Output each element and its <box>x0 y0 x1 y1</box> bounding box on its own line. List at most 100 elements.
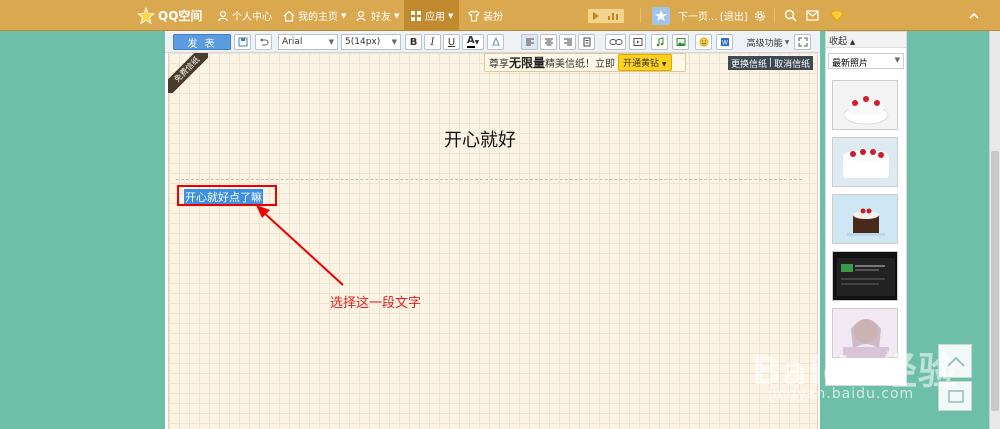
nav-apps-label: 应用 <box>425 12 445 23</box>
video-icon <box>633 38 642 46</box>
list-button[interactable] <box>578 34 595 50</box>
search-button[interactable] <box>784 0 800 31</box>
annotation-caption: 选择这一段文字 <box>330 296 422 311</box>
search-icon <box>784 9 797 22</box>
gear-icon <box>754 10 766 21</box>
insert-image-button[interactable] <box>672 34 689 50</box>
photo-thumbnail[interactable] <box>832 137 898 187</box>
diamond-icon <box>830 10 844 22</box>
grid-icon <box>411 10 421 21</box>
music-play-icon <box>588 8 624 23</box>
nav-personal-center[interactable]: 个人中心 <box>217 0 272 31</box>
insert-video-button[interactable] <box>629 34 646 50</box>
align-right-icon <box>563 38 572 46</box>
qzone-logo[interactable]: QQ空间 <box>137 0 202 31</box>
change-paper-link[interactable]: 更换信纸 <box>731 57 767 70</box>
blog-editor: 发 表 Arial ▼ 5(14px) ▼ B I U A ▼ W 高级功能 ▼ <box>165 31 820 429</box>
insert-word-button[interactable]: W <box>716 34 733 50</box>
insert-emoji-button[interactable] <box>695 34 712 50</box>
chevron-down-icon: ▼ <box>448 11 454 20</box>
fullscreen-button[interactable] <box>794 34 811 50</box>
music-player-button[interactable] <box>588 0 627 31</box>
italic-button[interactable]: I <box>424 34 441 50</box>
chevron-down-icon: ▼ <box>661 61 667 68</box>
align-left-button[interactable] <box>521 34 538 50</box>
image-icon <box>676 38 685 46</box>
expand-icon <box>798 37 807 47</box>
next-page-link[interactable]: 下一页... <box>678 0 718 31</box>
font-color-label: A <box>466 35 475 48</box>
cancel-paper-link[interactable]: 取消信纸 <box>774 57 810 70</box>
photo-thumbnail[interactable] <box>832 251 898 301</box>
promo-prefix: 尊享 <box>489 59 509 70</box>
star-logo-icon <box>137 6 155 24</box>
undo-icon <box>259 38 269 46</box>
highlight-button[interactable] <box>487 34 504 50</box>
square-icon <box>948 390 964 403</box>
insert-music-button[interactable] <box>651 34 668 50</box>
bold-button[interactable]: B <box>405 34 422 50</box>
album-select-value: 最新照片 <box>832 59 869 69</box>
align-center-button[interactable] <box>540 34 557 50</box>
nav-home[interactable]: 我的主页 ▼ <box>283 0 346 31</box>
nav-friends-label: 好友 <box>371 12 391 23</box>
nav-dressup[interactable]: 装扮 <box>468 0 503 31</box>
letter-paper-canvas[interactable] <box>168 53 818 429</box>
back-to-top-button[interactable] <box>938 344 972 378</box>
nav-friends[interactable]: 好友 ▼ <box>356 0 399 31</box>
list-icon <box>583 37 590 47</box>
nav-divider <box>774 8 775 23</box>
underline-button[interactable]: U <box>443 34 460 50</box>
post-title[interactable]: 开心就好 <box>400 126 560 152</box>
insert-link-button[interactable] <box>605 34 626 50</box>
font-size-select[interactable]: 5(14px) ▼ <box>341 34 401 50</box>
font-family-value: Arial <box>282 37 303 47</box>
photo-thumbnail[interactable] <box>832 80 898 130</box>
undo-button[interactable] <box>255 34 272 50</box>
align-right-button[interactable] <box>559 34 576 50</box>
album-select[interactable]: 最新照片 ▼ <box>828 53 904 69</box>
nav-apps[interactable]: 应用 ▼ <box>404 0 460 31</box>
logout-label: [退出] <box>720 12 748 23</box>
feedback-button[interactable] <box>938 381 972 411</box>
baidu-watermark-url: jingyan.baidu.com <box>768 386 915 402</box>
save-icon <box>238 37 247 47</box>
vip-diamond-button[interactable] <box>830 0 847 31</box>
advanced-features-dropdown[interactable]: 高级功能 ▼ <box>742 34 794 50</box>
user-avatar[interactable] <box>652 0 673 31</box>
align-left-icon <box>525 38 534 46</box>
mail-button[interactable] <box>806 0 822 31</box>
collapse-nav-button[interactable] <box>968 0 983 31</box>
font-color-button[interactable]: A ▼ <box>462 34 484 50</box>
logout-link[interactable]: [退出] <box>720 0 748 31</box>
cake-photo <box>843 96 889 125</box>
page-scrollbar[interactable] <box>989 31 1000 429</box>
person-icon <box>217 10 229 21</box>
top-navigation-bar: QQ空间 个人中心 我的主页 ▼ 好友 ▼ 应用 ▼ 装扮 下一页... [退出] <box>0 0 1000 31</box>
promo-suffix: 精美信纸！立即 <box>545 59 616 70</box>
avatar-star-icon <box>652 6 670 25</box>
logo-text: QQ空间 <box>158 9 203 23</box>
promo-banner: 尊享 无限量 精美信纸！立即 开通黄钻 ▼ <box>484 53 686 72</box>
ribbon-label: 免费信纸 <box>168 53 208 93</box>
save-button[interactable] <box>234 34 251 50</box>
settings-button[interactable] <box>754 0 769 31</box>
open-vip-button[interactable]: 开通黄钻 ▼ <box>618 54 672 71</box>
chevron-up-icon: ▲ <box>849 38 856 46</box>
smiley-icon <box>699 37 708 47</box>
photo-thumbnail[interactable] <box>832 194 898 244</box>
chevron-down-icon: ▼ <box>784 38 790 46</box>
sidebar-header[interactable]: 收起 ▲ <box>826 32 906 48</box>
music-note-icon <box>656 37 664 47</box>
word-doc-icon: W <box>720 38 729 47</box>
photo-sidebar: 收起 ▲ 最新照片 ▼ <box>825 31 907 386</box>
scrollbar-thumb[interactable] <box>991 151 999 411</box>
highlight-icon <box>491 37 500 46</box>
chevron-down-icon: ▼ <box>328 38 334 46</box>
nav-divider <box>640 8 641 23</box>
publish-button[interactable]: 发 表 <box>173 34 231 50</box>
cake-photo <box>843 149 889 178</box>
link-icon <box>609 39 622 45</box>
font-family-select[interactable]: Arial ▼ <box>278 34 338 50</box>
font-size-value: 5(14px) <box>345 37 381 47</box>
